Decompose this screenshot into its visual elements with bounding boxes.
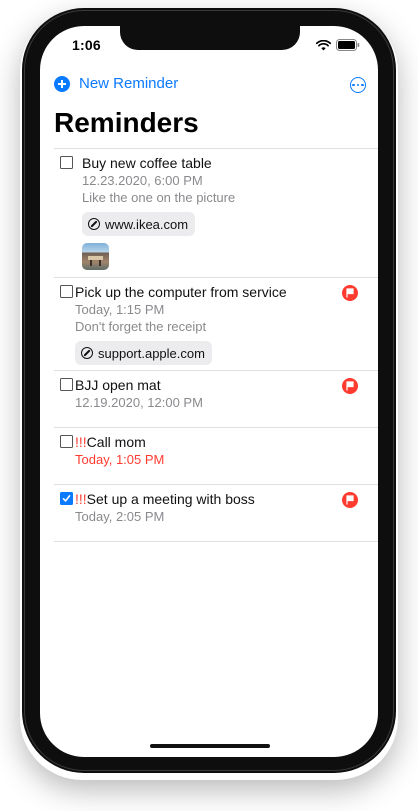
reminder-checkbox[interactable] [60,378,73,391]
status-time: 1:06 [72,37,101,53]
safari-compass-icon [88,218,100,230]
reminder-title-text: Set up a meeting with boss [86,491,255,507]
reminder-link-chip[interactable]: www.ikea.com [82,212,196,236]
reminder-title-text: Call mom [86,434,146,450]
toolbar: New Reminder [54,75,366,97]
notch [120,26,300,50]
wifi-icon [316,39,331,50]
checkmark-icon [62,495,71,502]
reminder-row-4[interactable]: !!!Call mom Today, 1:05 PM [40,428,378,484]
reminder-checkbox[interactable] [60,156,73,169]
reminder-checkbox[interactable] [60,435,73,448]
new-reminder-button[interactable]: New Reminder [54,75,178,92]
reminder-date: 12.23.2020, 6:00 PM [82,173,203,188]
row-divider [54,541,378,542]
screen: 1:06 New Reminder Reminders Buy new coff… [40,26,378,757]
reminder-note: Don't forget the receipt [75,319,207,334]
reminder-image-thumbnail[interactable] [82,243,109,270]
reminder-date-overdue: Today, 1:05 PM [75,452,165,467]
plus-circle-icon [54,75,70,92]
reminder-title[interactable]: Buy new coffee table [82,155,212,171]
reminder-date: Today, 1:15 PM [75,302,165,317]
reminder-checkbox[interactable] [60,285,73,298]
reminder-row-5[interactable]: !!!Set up a meeting with boss Today, 2:0… [40,485,378,541]
status-icons [316,39,360,51]
ellipsis-circle-icon[interactable] [350,77,366,93]
flag-icon[interactable] [342,378,358,394]
reminder-checkbox-checked[interactable] [60,492,73,505]
reminder-title[interactable]: BJJ open mat [75,377,161,393]
reminder-date: Today, 2:05 PM [75,509,165,524]
reminder-row-2[interactable]: Pick up the computer from service Today,… [40,278,378,370]
safari-compass-icon [81,347,93,359]
priority-marker: !!! [75,434,87,450]
reminder-date: 12.19.2020, 12:00 PM [75,395,203,410]
battery-icon [336,39,360,51]
page-title: Reminders [54,107,199,138]
reminder-row-3[interactable]: BJJ open mat 12.19.2020, 12:00 PM [40,371,378,427]
home-indicator[interactable] [150,744,270,748]
reminder-note: Like the one on the picture [82,190,236,205]
reminder-title[interactable]: !!!Set up a meeting with boss [75,491,255,507]
reminder-link-text: support.apple.com [98,345,205,361]
reminder-link-text: www.ikea.com [105,216,189,232]
reminder-row-1[interactable]: Buy new coffee table 12.23.2020, 6:00 PM… [40,149,378,277]
priority-marker: !!! [75,491,87,507]
flag-icon[interactable] [342,492,358,508]
reminder-link-chip[interactable]: support.apple.com [75,341,212,365]
new-reminder-label: New Reminder [79,75,179,92]
flag-icon[interactable] [342,285,358,301]
reminder-title[interactable]: !!!Call mom [75,434,146,450]
reminder-title[interactable]: Pick up the computer from service [75,284,287,300]
